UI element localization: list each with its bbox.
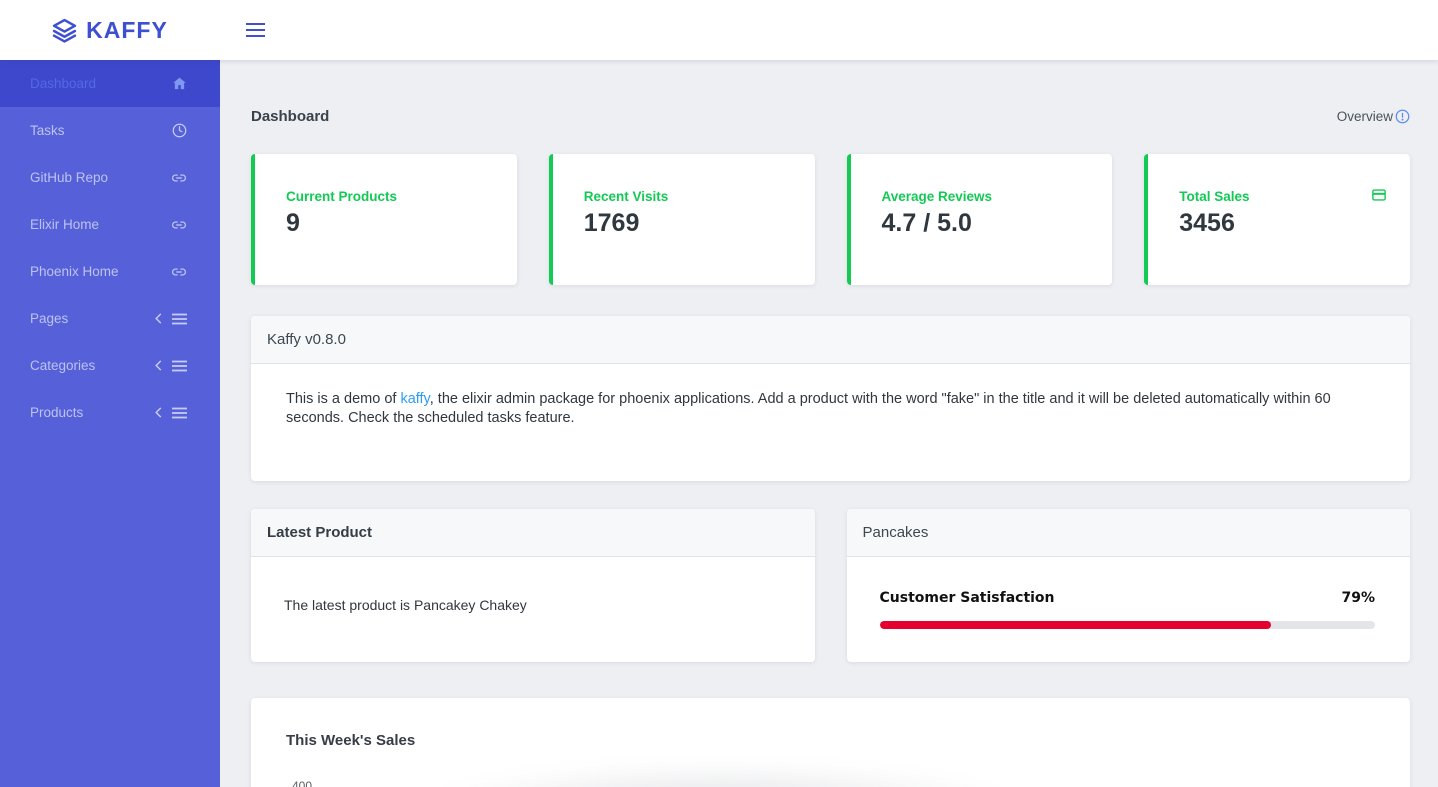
stat-card-total-sales: Total Sales 3456 bbox=[1144, 154, 1410, 285]
list-icon bbox=[172, 360, 187, 372]
weekly-sales-title: This Week's Sales bbox=[286, 732, 416, 749]
chevron-left-icon bbox=[154, 313, 163, 324]
sidebar-item-label: Dashboard bbox=[30, 76, 97, 91]
sidebar-item-label: Phoenix Home bbox=[30, 264, 119, 279]
sidebar-item-label: GitHub Repo bbox=[30, 170, 109, 185]
overview-label: Overview bbox=[1336, 109, 1393, 124]
stat-title: Current Products bbox=[286, 189, 398, 204]
link-icon bbox=[171, 265, 187, 279]
stat-card-recent-visits: Recent Visits 1769 bbox=[548, 154, 815, 285]
kaffy-link[interactable]: kaffy bbox=[400, 391, 429, 407]
sidebar-item-label: Tasks bbox=[30, 123, 65, 138]
main-content: Dashboard Overview Current Products 9 Re… bbox=[220, 60, 1438, 787]
chart-axis-tick: 400 bbox=[292, 779, 313, 787]
menu-toggle-button[interactable] bbox=[246, 22, 265, 38]
sidebar-item-github-repo[interactable]: GitHub Repo bbox=[0, 154, 220, 201]
layers-icon bbox=[52, 18, 77, 43]
sidebar-item-label: Elixir Home bbox=[30, 217, 100, 232]
list-icon bbox=[172, 313, 187, 325]
satisfaction-progress-fill bbox=[879, 621, 1271, 629]
info-icon[interactable] bbox=[1395, 109, 1410, 124]
demo-text-after: , the elixir admin package for phoenix a… bbox=[286, 391, 1331, 426]
top-bar: KAFFY bbox=[0, 0, 1438, 60]
satisfaction-value: 79% bbox=[1341, 590, 1375, 606]
sidebar-item-tasks[interactable]: Tasks bbox=[0, 107, 220, 154]
chart-shadow bbox=[421, 760, 1021, 787]
brand-name: KAFFY bbox=[86, 16, 168, 43]
sidebar-item-label: Products bbox=[30, 405, 84, 420]
list-icon bbox=[172, 407, 187, 419]
sidebar-item-categories[interactable]: Categories bbox=[0, 342, 220, 389]
pancakes-card: Pancakes Customer Satisfaction 79% bbox=[846, 509, 1410, 662]
stat-value: 1769 bbox=[583, 209, 640, 237]
brand-logo[interactable]: KAFFY bbox=[0, 17, 220, 44]
weekly-sales-card: This Week's Sales 400 bbox=[251, 698, 1410, 787]
stat-value: 3456 bbox=[1179, 209, 1235, 237]
link-icon bbox=[171, 171, 187, 185]
card-header: Latest Product bbox=[251, 509, 815, 557]
card-header: Kaffy v0.8.0 bbox=[251, 316, 1410, 364]
credit-card-icon bbox=[1372, 189, 1386, 201]
stat-value: 4.7 / 5.0 bbox=[881, 209, 972, 237]
clock-icon bbox=[172, 123, 187, 138]
stat-title: Average Reviews bbox=[881, 189, 993, 204]
satisfaction-label: Customer Satisfaction bbox=[879, 590, 1055, 606]
stat-title: Total Sales bbox=[1179, 189, 1250, 204]
sidebar-item-label: Categories bbox=[30, 358, 96, 373]
stat-card-average-reviews: Average Reviews 4.7 / 5.0 bbox=[846, 154, 1113, 285]
sidebar-item-dashboard[interactable]: Dashboard bbox=[0, 60, 220, 107]
home-icon bbox=[172, 76, 187, 91]
satisfaction-progress-track bbox=[879, 621, 1375, 629]
sidebar-item-phoenix-home[interactable]: Phoenix Home bbox=[0, 248, 220, 295]
sidebar-item-label: Pages bbox=[30, 311, 69, 326]
kaffy-version-card: Kaffy v0.8.0 This is a demo of kaffy, th… bbox=[251, 316, 1410, 481]
card-body: This is a demo of kaffy, the elixir admi… bbox=[251, 364, 1410, 481]
demo-text-before: This is a demo of bbox=[286, 391, 401, 407]
sidebar-item-products[interactable]: Products bbox=[0, 389, 220, 436]
card-header: Pancakes bbox=[846, 509, 1410, 557]
sidebar-item-elixir-home[interactable]: Elixir Home bbox=[0, 201, 220, 248]
stat-cards-row: Current Products 9 Recent Visits 1769 Av… bbox=[251, 154, 1410, 285]
link-icon bbox=[171, 218, 187, 232]
stat-title: Recent Visits bbox=[583, 189, 669, 204]
latest-product-card: Latest Product The latest product is Pan… bbox=[251, 509, 815, 662]
chevron-left-icon bbox=[154, 360, 163, 371]
sidebar-item-pages[interactable]: Pages bbox=[0, 295, 220, 342]
chevron-left-icon bbox=[154, 407, 163, 418]
stat-value: 9 bbox=[286, 209, 300, 237]
latest-product-text: The latest product is Pancakey Chakey bbox=[284, 597, 527, 613]
stat-card-current-products: Current Products 9 bbox=[251, 154, 517, 285]
sidebar: Dashboard Tasks GitHub Repo Elixir Home bbox=[0, 60, 220, 787]
page-title: Dashboard bbox=[251, 108, 330, 125]
